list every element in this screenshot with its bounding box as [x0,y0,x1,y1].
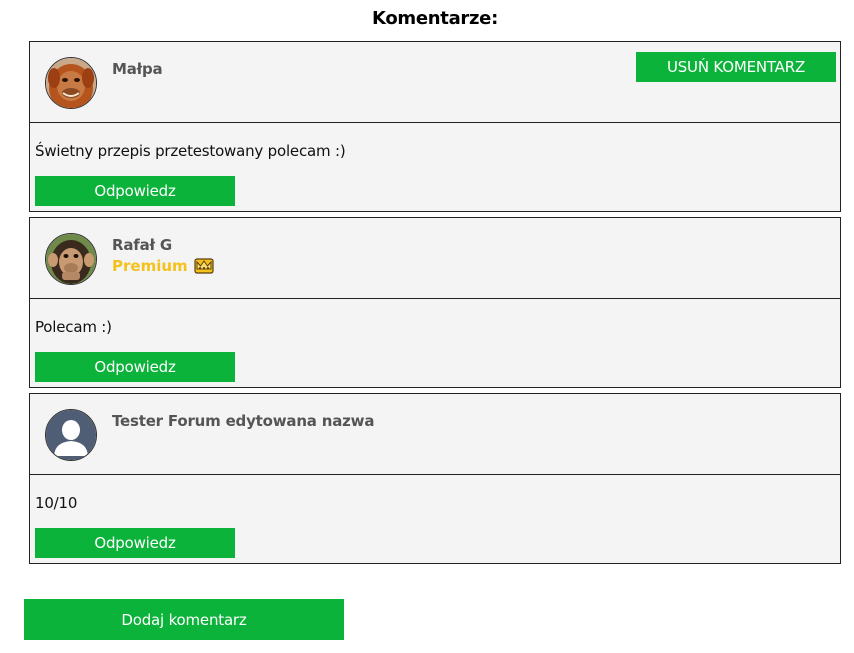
comment-header: Małpa USUŃ KOMENTARZ [30,42,840,123]
comment-header: Rafał G Premium [30,218,840,299]
comment-author[interactable]: Tester Forum edytowana nazwa [112,412,374,430]
comment-body: Polecam :) Odpowiedz [30,299,840,387]
orangutan-avatar [45,57,97,109]
premium-badge: Premium [112,257,214,275]
reply-button[interactable]: Odpowiedz [35,176,235,206]
comment-card: Tester Forum edytowana nazwa 10/10 Odpow… [29,393,841,564]
comment-body: Świetny przepis przetestowany polecam :)… [30,123,840,211]
reply-button[interactable]: Odpowiedz [35,528,235,558]
default-user-avatar [45,409,97,461]
delete-comment-button[interactable]: USUŃ KOMENTARZ [636,52,836,82]
comment-card: Rafał G Premium Polecam :) Odpowiedz [29,217,841,388]
comment-text: Polecam :) [35,318,112,336]
comment-author[interactable]: Małpa [112,60,163,78]
comment-header: Tester Forum edytowana nazwa [30,394,840,475]
crown-icon [194,258,214,274]
chimpanzee-avatar [45,233,97,285]
add-comment-button[interactable]: Dodaj komentarz [24,599,344,640]
premium-label: Premium [112,257,188,275]
comments-heading: Komentarze: [372,8,498,29]
comment-author[interactable]: Rafał G [112,236,172,254]
reply-button[interactable]: Odpowiedz [35,352,235,382]
comment-body: 10/10 Odpowiedz [30,475,840,563]
comment-text: 10/10 [35,494,78,512]
comment-text: Świetny przepis przetestowany polecam :) [35,142,346,160]
comment-card: Małpa USUŃ KOMENTARZ Świetny przepis prz… [29,41,841,212]
